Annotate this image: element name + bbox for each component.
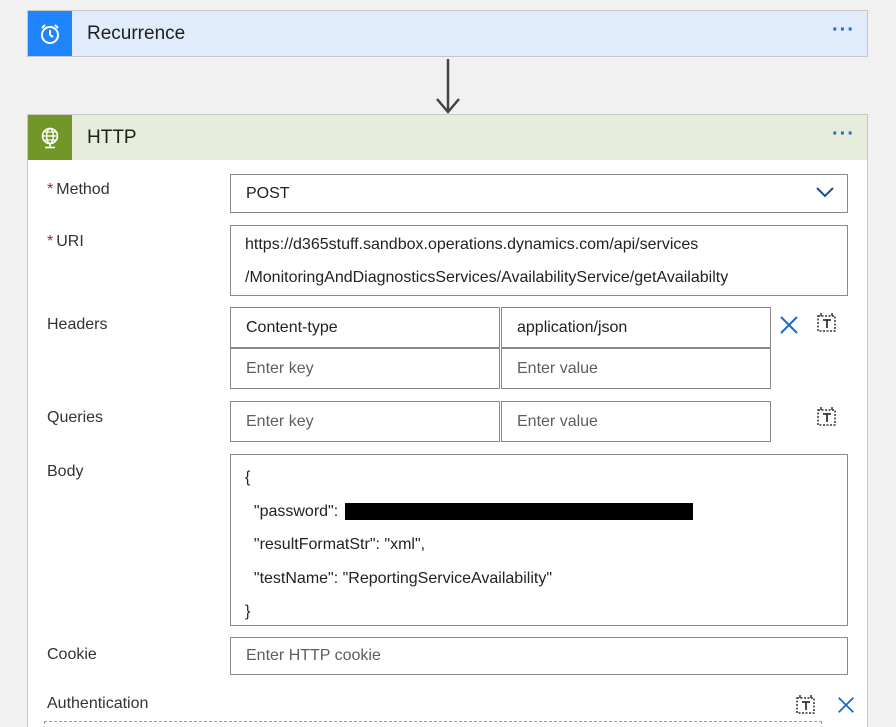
method-value: POST	[246, 184, 290, 202]
authentication-panel[interactable]	[44, 721, 822, 727]
header-value-input[interactable]: application/json	[501, 307, 771, 348]
http-action-card[interactable]: HTTP ··· * Method POST * URI https://d365s…	[27, 114, 868, 727]
text-mode-switch-icon[interactable]	[795, 693, 817, 715]
header-key-input[interactable]: Content-type	[230, 307, 500, 348]
required-marker: *	[47, 233, 54, 250]
down-arrow-icon	[436, 59, 460, 114]
body-line-open: {	[245, 469, 251, 486]
cookie-label: Cookie	[47, 646, 97, 663]
query-key-input[interactable]: Enter key	[230, 401, 500, 442]
recurrence-header[interactable]: Recurrence ···	[28, 11, 867, 56]
text-mode-switch-icon[interactable]	[816, 311, 838, 333]
body-line-password: "password":	[245, 495, 847, 529]
body-password-key: "password":	[245, 502, 343, 520]
body-line-testname: "testName": "ReportingServiceAvailabilit…	[245, 569, 552, 587]
headers-label: Headers	[47, 316, 108, 333]
http-more-button[interactable]: ···	[832, 124, 855, 144]
authentication-label: Authentication	[47, 695, 149, 712]
recurrence-card[interactable]: Recurrence ···	[27, 10, 868, 57]
required-marker: *	[47, 181, 54, 198]
body-editor[interactable]: { "password": "resultFormatStr": "xml", …	[230, 454, 848, 626]
body-line-close: }	[245, 603, 251, 620]
header-new-key-input[interactable]: Enter key	[230, 348, 500, 389]
method-label: * Method	[47, 181, 110, 199]
uri-label: * URI	[47, 233, 84, 251]
http-header[interactable]: HTTP ···	[28, 115, 867, 160]
uri-input[interactable]: https://d365stuff.sandbox.operations.dyn…	[230, 225, 848, 296]
header-new-value-input[interactable]: Enter value	[501, 348, 771, 389]
query-value-input[interactable]: Enter value	[501, 401, 771, 442]
method-dropdown[interactable]: POST	[230, 174, 848, 213]
uri-line-2: /MonitoringAndDiagnosticsServices/Availa…	[245, 269, 729, 286]
queries-label: Queries	[47, 409, 104, 426]
globe-icon	[28, 115, 72, 160]
chevron-down-icon	[816, 187, 834, 198]
alarm-clock-icon	[28, 11, 72, 56]
recurrence-title: Recurrence	[87, 22, 186, 44]
http-title: HTTP	[87, 126, 137, 148]
body-label: Body	[47, 463, 84, 480]
body-line-format: "resultFormatStr": "xml",	[245, 536, 426, 553]
delete-header-close-icon[interactable]	[778, 314, 800, 336]
uri-label-text: URI	[56, 233, 84, 250]
recurrence-more-button[interactable]: ···	[832, 20, 855, 40]
uri-line-1: https://d365stuff.sandbox.operations.dyn…	[245, 236, 699, 253]
remove-authentication-close-icon[interactable]	[836, 695, 856, 715]
text-mode-switch-icon[interactable]	[816, 405, 838, 427]
redacted-password	[344, 502, 693, 520]
cookie-input[interactable]: Enter HTTP cookie	[230, 637, 848, 675]
method-label-text: Method	[56, 181, 110, 198]
